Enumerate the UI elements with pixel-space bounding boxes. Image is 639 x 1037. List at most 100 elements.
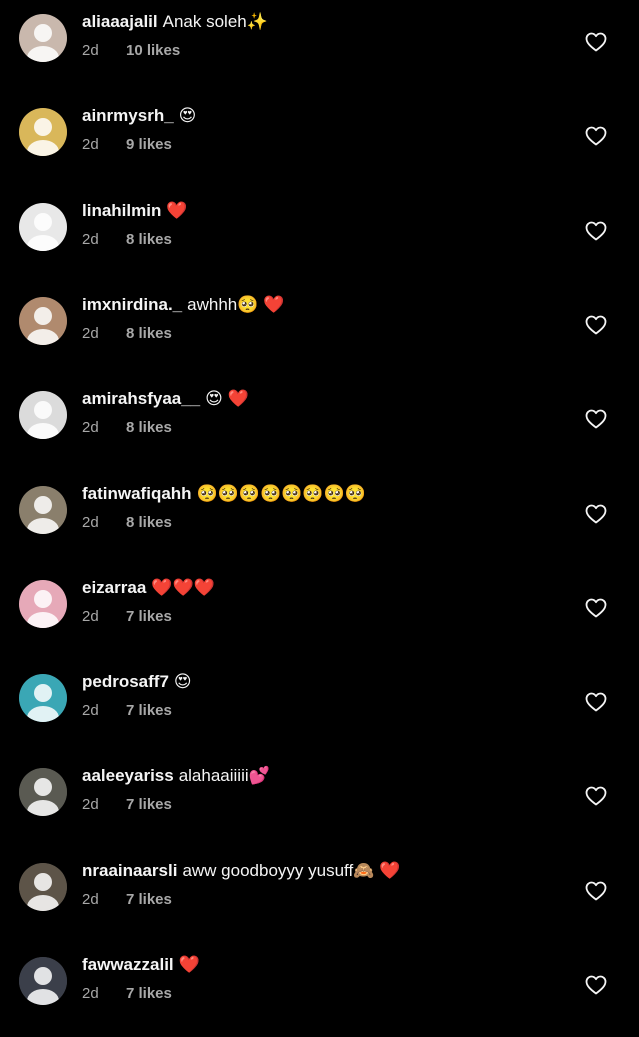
comment-likes[interactable]: 8 likes bbox=[126, 514, 172, 531]
comment-body: eizarraa ❤️❤️❤️ 2d 7 likes bbox=[82, 577, 559, 626]
comment-body: amirahsfyaa__ 😍 ❤️ 2d 8 likes bbox=[82, 388, 559, 437]
comment-meta: 2d 7 likes bbox=[82, 608, 559, 626]
comment-item: fatinwafiqahh 🥺🥺🥺🥺🥺🥺🥺🥺 2d 8 likes bbox=[0, 472, 639, 566]
comment-username[interactable]: fatinwafiqahh bbox=[82, 484, 192, 503]
comment-meta: 2d 8 likes bbox=[82, 231, 559, 249]
avatar[interactable] bbox=[19, 768, 67, 817]
comment-text: Anak soleh✨ bbox=[162, 12, 268, 31]
comment-line: nraainaarsli aww goodboyyy yusuff🙈 ❤️ bbox=[82, 860, 559, 882]
like-heart-icon[interactable] bbox=[584, 879, 608, 903]
comment-body: fatinwafiqahh 🥺🥺🥺🥺🥺🥺🥺🥺 2d 8 likes bbox=[82, 483, 559, 532]
comment-text: alahaaiiiii💕 bbox=[178, 766, 270, 786]
comment-time: 2d bbox=[82, 890, 99, 908]
comment-item: aaleeyariss alahaaiiiii💕 2d 7 likes bbox=[0, 754, 639, 848]
comment-line: imxnirdina._ awhhh🥺 ❤️ bbox=[82, 294, 559, 316]
comment-body: aaleeyariss alahaaiiiii💕 2d 7 likes bbox=[82, 765, 559, 814]
comment-text: awhhh🥺 ❤️ bbox=[187, 294, 285, 314]
like-heart-icon[interactable] bbox=[584, 124, 608, 148]
comment-time: 2d bbox=[82, 607, 99, 625]
comment-username[interactable]: aaleeyariss bbox=[82, 766, 174, 785]
like-heart-icon[interactable] bbox=[584, 502, 608, 526]
like-heart-icon[interactable] bbox=[584, 313, 608, 337]
comment-time: 2d bbox=[82, 230, 99, 248]
comment-meta: 2d 7 likes bbox=[82, 796, 559, 814]
comment-username[interactable]: pedrosaff7 bbox=[82, 672, 169, 691]
avatar[interactable] bbox=[19, 579, 67, 628]
comment-likes[interactable]: 10 likes bbox=[126, 42, 180, 59]
comment-username[interactable]: nraainaarsli bbox=[82, 861, 177, 880]
comment-text: ❤️ bbox=[166, 200, 188, 220]
comment-meta: 2d 7 likes bbox=[82, 891, 559, 909]
comment-likes[interactable]: 7 likes bbox=[126, 891, 172, 908]
comment-body: ainrmysrh_ 😍 2d 9 likes bbox=[82, 105, 559, 154]
avatar[interactable] bbox=[19, 202, 67, 251]
comment-line: aliaaajalil Anak soleh✨ bbox=[82, 11, 559, 33]
avatar[interactable] bbox=[19, 957, 67, 1005]
comment-username[interactable]: imxnirdina._ bbox=[82, 295, 182, 314]
avatar[interactable] bbox=[19, 296, 67, 345]
comment-line: linahilmin ❤️ bbox=[82, 200, 559, 222]
comment-username[interactable]: ainrmysrh_ bbox=[82, 106, 174, 125]
comment-text: 😍 ❤️ bbox=[205, 389, 249, 409]
avatar[interactable] bbox=[19, 674, 67, 723]
comment-username[interactable]: fawwazzalil bbox=[82, 955, 174, 974]
comment-likes[interactable]: 7 likes bbox=[126, 796, 172, 813]
comment-item: linahilmin ❤️ 2d 8 likes bbox=[0, 189, 639, 283]
comment-likes[interactable]: 8 likes bbox=[126, 419, 172, 436]
comment-text: aww goodboyyy yusuff🙈 ❤️ bbox=[182, 860, 401, 880]
comment-body: pedrosaff7 😍 2d 7 likes bbox=[82, 671, 559, 720]
comment-likes[interactable]: 8 likes bbox=[126, 231, 172, 248]
comment-time: 2d bbox=[82, 324, 99, 342]
comment-item: imxnirdina._ awhhh🥺 ❤️ 2d 8 likes bbox=[0, 283, 639, 377]
like-heart-icon[interactable] bbox=[584, 219, 608, 243]
comment-time: 2d bbox=[82, 136, 99, 154]
comment-body: nraainaarsli aww goodboyyy yusuff🙈 ❤️ 2d 7 … bbox=[82, 860, 559, 909]
comment-item: fawwazzalil ❤️ 2d 7 likes bbox=[0, 943, 639, 1037]
comment-time: 2d bbox=[82, 42, 99, 59]
avatar[interactable] bbox=[19, 14, 67, 62]
comment-time: 2d bbox=[82, 796, 99, 814]
comment-text: 🥺🥺🥺🥺🥺🥺🥺🥺 bbox=[196, 483, 366, 503]
comment-body: aliaaajalil Anak soleh✨ 2d 10 likes bbox=[82, 11, 559, 60]
comment-item: aliaaajalil Anak soleh✨ 2d 10 likes bbox=[0, 0, 639, 94]
comment-item: ainrmysrh_ 😍 2d 9 likes bbox=[0, 94, 639, 188]
comment-username[interactable]: aliaaajalil bbox=[82, 12, 158, 31]
comment-line: eizarraa ❤️❤️❤️ bbox=[82, 577, 559, 599]
comment-meta: 2d 8 likes bbox=[82, 514, 559, 532]
comment-username[interactable]: linahilmin bbox=[82, 201, 161, 220]
comment-line: ainrmysrh_ 😍 bbox=[82, 105, 559, 127]
comment-line: pedrosaff7 😍 bbox=[82, 671, 559, 693]
comment-username[interactable]: amirahsfyaa__ bbox=[82, 389, 200, 408]
comment-meta: 2d 8 likes bbox=[82, 419, 559, 437]
like-heart-icon[interactable] bbox=[584, 596, 608, 620]
comment-item: amirahsfyaa__ 😍 ❤️ 2d 8 likes bbox=[0, 377, 639, 471]
comment-likes[interactable]: 7 likes bbox=[126, 608, 172, 625]
comment-time: 2d bbox=[82, 985, 99, 1002]
avatar[interactable] bbox=[19, 485, 67, 534]
comment-likes[interactable]: 8 likes bbox=[126, 325, 172, 342]
comment-body: imxnirdina._ awhhh🥺 ❤️ 2d 8 likes bbox=[82, 294, 559, 343]
like-heart-icon[interactable] bbox=[584, 30, 608, 54]
comment-meta: 2d 7 likes bbox=[82, 985, 559, 1003]
like-heart-icon[interactable] bbox=[584, 690, 608, 714]
comment-line: fawwazzalil ❤️ bbox=[82, 954, 559, 976]
like-heart-icon[interactable] bbox=[584, 973, 608, 997]
comment-item: nraainaarsli aww goodboyyy yusuff🙈 ❤️ 2d 7 … bbox=[0, 849, 639, 943]
like-heart-icon[interactable] bbox=[584, 407, 608, 431]
comment-likes[interactable]: 7 likes bbox=[126, 985, 172, 1002]
avatar[interactable] bbox=[19, 862, 67, 911]
avatar[interactable] bbox=[19, 108, 67, 157]
comment-body: fawwazzalil ❤️ 2d 7 likes bbox=[82, 954, 559, 1003]
comment-item: eizarraa ❤️❤️❤️ 2d 7 likes bbox=[0, 566, 639, 660]
comment-text: ❤️❤️❤️ bbox=[151, 577, 215, 597]
comment-likes[interactable]: 7 likes bbox=[126, 702, 172, 719]
avatar[interactable] bbox=[19, 391, 67, 440]
comment-username[interactable]: eizarraa bbox=[82, 578, 146, 597]
comment-text: ❤️ bbox=[178, 955, 200, 974]
comment-likes[interactable]: 9 likes bbox=[126, 136, 172, 153]
comment-body: linahilmin ❤️ 2d 8 likes bbox=[82, 200, 559, 249]
comment-meta: 2d 9 likes bbox=[82, 136, 559, 154]
like-heart-icon[interactable] bbox=[584, 784, 608, 808]
comment-line: aaleeyariss alahaaiiiii💕 bbox=[82, 765, 559, 787]
comment-time: 2d bbox=[82, 513, 99, 531]
